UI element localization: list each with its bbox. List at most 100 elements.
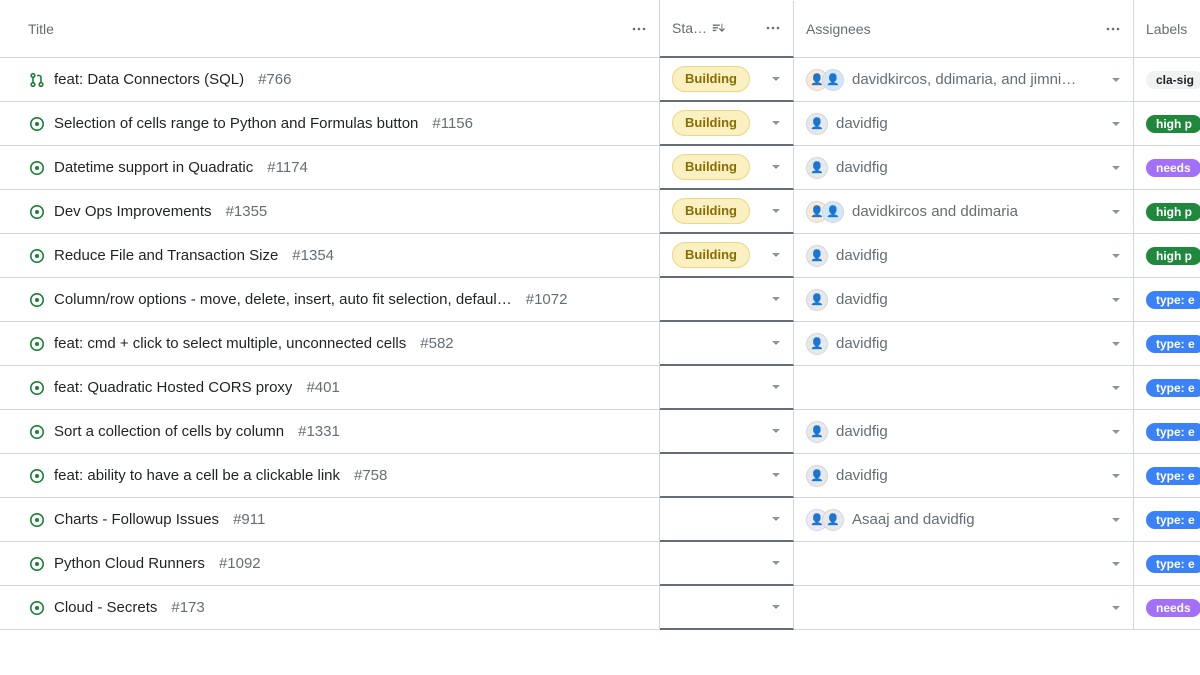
- table-row[interactable]: feat: ability to have a cell be a clicka…: [0, 454, 1200, 498]
- cell-status[interactable]: Building: [660, 191, 794, 234]
- cell-status[interactable]: Building: [660, 59, 794, 102]
- table-row[interactable]: feat: cmd + click to select multiple, un…: [0, 322, 1200, 366]
- cell-status[interactable]: [660, 411, 794, 454]
- cell-status[interactable]: [660, 323, 794, 366]
- cell-title[interactable]: Dev Ops Improvements#1355: [0, 190, 660, 233]
- chevron-down-icon[interactable]: [1111, 471, 1121, 481]
- chevron-down-icon[interactable]: [1111, 207, 1121, 217]
- table-row[interactable]: feat: Data Connectors (SQL)#766Building👤…: [0, 58, 1200, 102]
- header-assignees[interactable]: Assignees: [794, 0, 1134, 57]
- chevron-down-icon[interactable]: [771, 118, 781, 128]
- chevron-down-icon[interactable]: [1111, 339, 1121, 349]
- chevron-down-icon[interactable]: [771, 338, 781, 348]
- cell-status[interactable]: [660, 367, 794, 410]
- cell-labels[interactable]: type: e: [1134, 454, 1200, 497]
- chevron-down-icon[interactable]: [771, 514, 781, 524]
- cell-title[interactable]: feat: Quadratic Hosted CORS proxy#401: [0, 366, 660, 409]
- chevron-down-icon[interactable]: [1111, 515, 1121, 525]
- table-row[interactable]: feat: Quadratic Hosted CORS proxy#401 typ…: [0, 366, 1200, 410]
- issue-number: #173: [171, 599, 204, 616]
- cell-assignees[interactable]: [794, 586, 1134, 629]
- table-row[interactable]: Sort a collection of cells by column#133…: [0, 410, 1200, 454]
- cell-assignees[interactable]: 👤davidfig: [794, 278, 1134, 321]
- cell-assignees[interactable]: [794, 542, 1134, 585]
- cell-assignees[interactable]: 👤👤davidkircos and ddimaria: [794, 190, 1134, 233]
- cell-status[interactable]: [660, 587, 794, 630]
- chevron-down-icon[interactable]: [771, 470, 781, 480]
- chevron-down-icon[interactable]: [771, 162, 781, 172]
- chevron-down-icon[interactable]: [1111, 251, 1121, 261]
- kebab-icon[interactable]: [631, 21, 647, 37]
- kebab-icon[interactable]: [1105, 21, 1121, 37]
- cell-labels[interactable]: type: e: [1134, 322, 1200, 365]
- table-row[interactable]: Cloud - Secrets#173 needs: [0, 586, 1200, 630]
- cell-assignees[interactable]: 👤davidfig: [794, 102, 1134, 145]
- header-labels[interactable]: Labels: [1134, 0, 1200, 57]
- cell-labels[interactable]: type: e: [1134, 410, 1200, 453]
- table-row[interactable]: Dev Ops Improvements#1355Building👤👤david…: [0, 190, 1200, 234]
- cell-title[interactable]: Python Cloud Runners#1092: [0, 542, 660, 585]
- table-row[interactable]: Selection of cells range to Python and F…: [0, 102, 1200, 146]
- cell-title[interactable]: Charts - Followup Issues#911: [0, 498, 660, 541]
- cell-labels[interactable]: high p: [1134, 102, 1200, 145]
- sort-icon[interactable]: [711, 21, 725, 35]
- chevron-down-icon[interactable]: [771, 558, 781, 568]
- kebab-icon[interactable]: [765, 20, 781, 36]
- cell-title[interactable]: feat: Data Connectors (SQL)#766: [0, 58, 660, 101]
- cell-assignees[interactable]: 👤davidfig: [794, 322, 1134, 365]
- cell-title[interactable]: Sort a collection of cells by column#133…: [0, 410, 660, 453]
- cell-status[interactable]: [660, 543, 794, 586]
- chevron-down-icon[interactable]: [771, 602, 781, 612]
- chevron-down-icon[interactable]: [1111, 75, 1121, 85]
- table-row[interactable]: Charts - Followup Issues#911 👤👤Asaaj and …: [0, 498, 1200, 542]
- chevron-down-icon[interactable]: [1111, 119, 1121, 129]
- cell-assignees[interactable]: [794, 366, 1134, 409]
- chevron-down-icon[interactable]: [1111, 603, 1121, 613]
- cell-title[interactable]: Cloud - Secrets#173: [0, 586, 660, 629]
- cell-assignees[interactable]: 👤👤davidkircos, ddimaria, and jimni…: [794, 58, 1134, 101]
- cell-title[interactable]: Reduce File and Transaction Size#1354: [0, 234, 660, 277]
- cell-status[interactable]: Building: [660, 103, 794, 146]
- cell-labels[interactable]: needs: [1134, 146, 1200, 189]
- cell-title[interactable]: feat: cmd + click to select multiple, un…: [0, 322, 660, 365]
- cell-title[interactable]: Selection of cells range to Python and F…: [0, 102, 660, 145]
- cell-labels[interactable]: type: e: [1134, 278, 1200, 321]
- table-row[interactable]: Datetime support in Quadratic#1174Buildi…: [0, 146, 1200, 190]
- chevron-down-icon[interactable]: [1111, 427, 1121, 437]
- cell-assignees[interactable]: 👤davidfig: [794, 410, 1134, 453]
- cell-status[interactable]: Building: [660, 235, 794, 278]
- cell-labels[interactable]: needs: [1134, 586, 1200, 629]
- chevron-down-icon[interactable]: [1111, 295, 1121, 305]
- cell-labels[interactable]: type: e: [1134, 498, 1200, 541]
- chevron-down-icon[interactable]: [771, 250, 781, 260]
- cell-labels[interactable]: high p: [1134, 234, 1200, 277]
- chevron-down-icon[interactable]: [771, 294, 781, 304]
- cell-assignees[interactable]: 👤davidfig: [794, 234, 1134, 277]
- cell-labels[interactable]: high p: [1134, 190, 1200, 233]
- cell-status[interactable]: [660, 455, 794, 498]
- table-row[interactable]: Column/row options - move, delete, inser…: [0, 278, 1200, 322]
- cell-status[interactable]: Building: [660, 147, 794, 190]
- table-row[interactable]: Python Cloud Runners#1092 type: e: [0, 542, 1200, 586]
- chevron-down-icon[interactable]: [1111, 559, 1121, 569]
- cell-labels[interactable]: type: e: [1134, 366, 1200, 409]
- cell-title[interactable]: Datetime support in Quadratic#1174: [0, 146, 660, 189]
- cell-labels[interactable]: type: e: [1134, 542, 1200, 585]
- cell-assignees[interactable]: 👤👤Asaaj and davidfig: [794, 498, 1134, 541]
- cell-title[interactable]: Column/row options - move, delete, inser…: [0, 278, 660, 321]
- cell-labels[interactable]: cla-sig: [1134, 58, 1200, 101]
- chevron-down-icon[interactable]: [771, 426, 781, 436]
- cell-assignees[interactable]: 👤davidfig: [794, 454, 1134, 497]
- header-status[interactable]: Sta…: [660, 1, 794, 58]
- chevron-down-icon[interactable]: [1111, 163, 1121, 173]
- cell-title[interactable]: feat: ability to have a cell be a clicka…: [0, 454, 660, 497]
- chevron-down-icon[interactable]: [771, 74, 781, 84]
- cell-status[interactable]: [660, 279, 794, 322]
- cell-status[interactable]: [660, 499, 794, 542]
- table-row[interactable]: Reduce File and Transaction Size#1354Bui…: [0, 234, 1200, 278]
- cell-assignees[interactable]: 👤davidfig: [794, 146, 1134, 189]
- chevron-down-icon[interactable]: [771, 206, 781, 216]
- header-title[interactable]: Title: [0, 0, 660, 57]
- chevron-down-icon[interactable]: [771, 382, 781, 392]
- chevron-down-icon[interactable]: [1111, 383, 1121, 393]
